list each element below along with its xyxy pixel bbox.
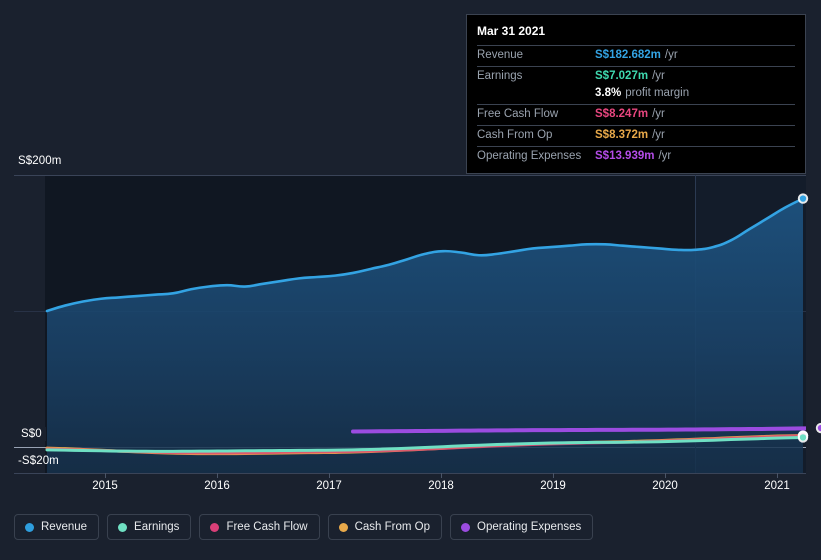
- tooltip-row-unit: /yr: [652, 108, 665, 120]
- tooltip-row-label: Operating Expenses: [477, 150, 582, 162]
- x-axis-tick-mark: [105, 473, 106, 478]
- legend-color-dot-icon: [338, 522, 348, 532]
- endpoint-dot: [799, 195, 807, 202]
- tooltip-row-unit: /yr: [652, 70, 665, 82]
- tooltip-row-value: S$8.372m: [595, 129, 649, 141]
- legend-item-label: Cash From Op: [354, 521, 431, 533]
- legend-color-dot-icon: [461, 522, 471, 532]
- x-axis-tick-label-2016: 2016: [204, 480, 230, 492]
- x-axis-tick-label-2020: 2020: [652, 480, 678, 492]
- legend-item-operating-expenses[interactable]: Operating Expenses: [450, 514, 594, 540]
- legend-item-revenue[interactable]: Revenue: [14, 514, 100, 540]
- x-axis-tick-label-2018: 2018: [428, 480, 454, 492]
- x-axis-line: [14, 473, 806, 474]
- tooltip-row: Revenue S$182.682m/yr: [477, 45, 795, 66]
- tooltip-row-value: S$182.682m: [595, 49, 661, 61]
- tooltip-row-label: Earnings: [477, 70, 523, 82]
- y-axis-label-top: S$200m: [18, 155, 62, 167]
- tooltip-row-label: Revenue: [477, 49, 524, 61]
- y-axis-label-zero: S$0: [19, 427, 46, 441]
- data-tooltip: Mar 31 2021 Revenue S$182.682m/yr Earnings…: [466, 14, 806, 174]
- x-axis-tick-label-2019: 2019: [540, 480, 566, 492]
- x-axis-tick-label-2021: 2021: [764, 480, 790, 492]
- tooltip-profit-margin-row: 3.8% profit margin: [477, 87, 795, 104]
- endpoint-dot: [799, 434, 807, 441]
- legend-item-cash-from-op[interactable]: Cash From Op: [327, 514, 443, 540]
- tooltip-row-label: Free Cash Flow: [477, 108, 559, 120]
- legend-item-label: Operating Expenses: [477, 521, 582, 533]
- x-axis-tick-label-2017: 2017: [316, 480, 342, 492]
- x-axis-tick-mark: [217, 473, 218, 478]
- tooltip-row-value: S$8.247m: [595, 108, 649, 120]
- tooltip-row-unit: /yr: [652, 129, 665, 141]
- tooltip-row-unit: /yr: [658, 150, 672, 162]
- legend-item-free-cash-flow[interactable]: Free Cash Flow: [199, 514, 320, 540]
- tooltip-row-unit: /yr: [664, 49, 678, 61]
- tooltip-profit-margin-label: profit margin: [625, 87, 690, 99]
- legend-color-dot-icon: [118, 522, 128, 532]
- chart-legend[interactable]: Revenue Earnings Free Cash Flow Cash From O…: [14, 514, 594, 540]
- x-axis-tick-label-2015: 2015: [92, 480, 118, 492]
- legend-item-earnings[interactable]: Earnings: [107, 514, 192, 540]
- tooltip-row-value: S$7.027m: [595, 70, 649, 82]
- x-axis-tick-mark: [777, 473, 778, 478]
- tooltip-profit-margin-value: 3.8%: [595, 87, 622, 99]
- financial-performance-chart: S$200m S$0 -S$20m 2015 2016 2017 2018 2019 20…: [0, 0, 821, 560]
- legend-item-label: Revenue: [41, 521, 88, 533]
- x-axis-tick-mark: [329, 473, 330, 478]
- tooltip-row-label: Cash From Op: [477, 129, 553, 141]
- x-axis-tick-mark: [665, 473, 666, 478]
- tooltip-date: Mar 31 2021: [477, 24, 546, 38]
- tooltip-row: Earnings S$7.027m/yr: [477, 66, 795, 87]
- legend-item-label: Earnings: [134, 521, 180, 533]
- x-axis-tick-mark: [441, 473, 442, 478]
- tooltip-row: Free Cash Flow S$8.247m/yr: [477, 104, 795, 125]
- x-axis-tick-mark: [553, 473, 554, 478]
- tooltip-rows: Revenue S$182.682m/yr Earnings S$7.027m/yr 3…: [477, 45, 795, 167]
- legend-color-dot-icon: [210, 522, 220, 532]
- legend-item-label: Free Cash Flow: [226, 521, 308, 533]
- tooltip-row: Cash From Op S$8.372m/yr: [477, 125, 795, 146]
- y-axis-label-bottom: -S$20m: [18, 455, 59, 467]
- tooltip-row: Operating Expenses S$13.939m/yr: [477, 146, 795, 167]
- tooltip-row-value: S$13.939m: [595, 150, 655, 162]
- legend-color-dot-icon: [25, 522, 34, 532]
